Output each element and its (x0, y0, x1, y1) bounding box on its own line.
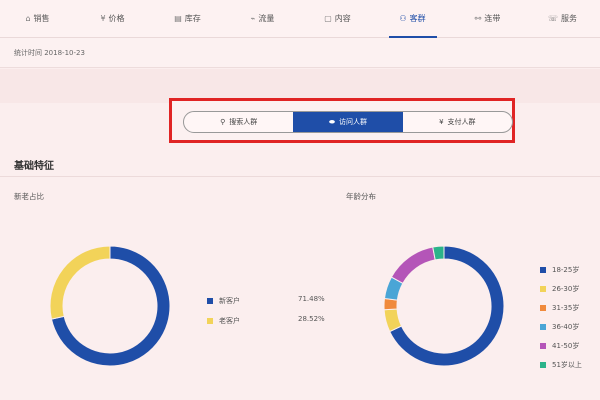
service-icon: ☏ (547, 14, 558, 23)
segment-label: 搜索人群 (229, 118, 258, 126)
legend-swatch (540, 305, 546, 311)
section-title: 基础特征 (14, 161, 54, 172)
nav-tab-label: 连带 (484, 14, 501, 23)
nav-tab-0[interactable]: ⌂ 销售 (0, 0, 75, 37)
legend-item: 新客户 (207, 296, 240, 306)
legend-swatch (540, 324, 546, 330)
legend-value: 28.52% (298, 315, 325, 323)
legend-item: 31-35岁 (540, 303, 579, 313)
donut-slice-0-1 (50, 245, 111, 320)
pay-icon: ¥ (439, 118, 444, 126)
new-old-ratio-title: 新老占比 (14, 192, 44, 201)
legend-item: 18-25岁 (540, 265, 579, 275)
sales-icon: ⌂ (25, 14, 31, 23)
age-distribution-title: 年龄分布 (346, 192, 376, 201)
new-old-ratio-donut (50, 245, 170, 367)
nav-tab-2[interactable]: ▤ 库存 (150, 0, 225, 37)
legend-label: 36-40岁 (552, 323, 580, 331)
nav-tab-7[interactable]: ☏ 服务 (525, 0, 600, 37)
legend-label: 18-25岁 (552, 266, 580, 274)
customer-group-icon: ⚇ (399, 14, 407, 23)
legend-swatch (540, 343, 546, 349)
traffic-icon: ⌁ (250, 14, 256, 23)
eye-icon: ⬬ (329, 117, 335, 126)
nav-tab-4[interactable]: ▢ 内容 (300, 0, 375, 37)
legend-item: 51岁以上 (540, 360, 582, 370)
legend-label: 31-35岁 (552, 304, 580, 312)
nav-tab-3[interactable]: ⌁ 流量 (225, 0, 300, 37)
segment-visit-crowd[interactable]: ⬬ 访问人群 (293, 112, 403, 132)
content-icon: ▢ (324, 14, 332, 23)
nav-tab-label: 内容 (334, 14, 351, 23)
legend-item: 26-30岁 (540, 284, 579, 294)
nav-tab-1[interactable]: ¥ 价格 (75, 0, 150, 37)
legend-swatch (207, 318, 213, 324)
nav-tab-6[interactable]: ⚯ 连带 (450, 0, 525, 37)
segment-label: 访问人群 (338, 118, 367, 126)
stat-date: 统计时间 2018-10-23 (0, 38, 600, 68)
legend-label: 26-30岁 (552, 285, 580, 293)
legend-item: 老客户 (207, 316, 240, 326)
legend-swatch (207, 298, 213, 304)
link-icon: ⚯ (474, 14, 482, 23)
nav-tab-label: 客群 (409, 14, 426, 23)
nav-tab-label: 销售 (33, 14, 50, 23)
top-navigation: ⌂ 销售 ¥ 价格 ▤ 库存 ⌁ 流量 ▢ 内容 ⚇ 客群 ⚯ 连带 ☏ 服务 (0, 0, 600, 38)
divider (0, 176, 600, 177)
nav-tab-label: 流量 (258, 14, 275, 23)
crowd-segmented-control: ⚲ 搜索人群 ⬬ 访问人群 ¥ 支付人群 (183, 111, 513, 133)
legend-swatch (540, 362, 546, 368)
nav-tab-5[interactable]: ⚇ 客群 (375, 0, 450, 38)
nav-tab-label: 服务 (561, 14, 577, 23)
legend-label: 51岁以上 (552, 361, 582, 369)
price-icon: ¥ (100, 14, 106, 23)
search-icon: ⚲ (220, 118, 226, 126)
legend-item: 36-40岁 (540, 322, 579, 332)
segment-pay-crowd[interactable]: ¥ 支付人群 (403, 112, 512, 132)
nav-tab-label: 库存 (184, 14, 201, 23)
age-distribution-donut (384, 245, 504, 367)
segment-search-crowd[interactable]: ⚲ 搜索人群 (184, 112, 293, 132)
legend-swatch (540, 286, 546, 292)
donut-slice-1-5 (432, 245, 445, 261)
donut-slice-1-4 (390, 246, 436, 285)
inventory-icon: ▤ (174, 14, 182, 23)
legend-label: 新客户 (219, 297, 240, 305)
legend-value: 71.48% (298, 295, 325, 303)
segment-label: 支付人群 (447, 118, 476, 126)
legend-label: 41-50岁 (552, 342, 580, 350)
nav-tab-label: 价格 (108, 14, 125, 23)
legend-item: 41-50岁 (540, 341, 579, 351)
legend-label: 老客户 (219, 317, 240, 325)
legend-swatch (540, 267, 546, 273)
